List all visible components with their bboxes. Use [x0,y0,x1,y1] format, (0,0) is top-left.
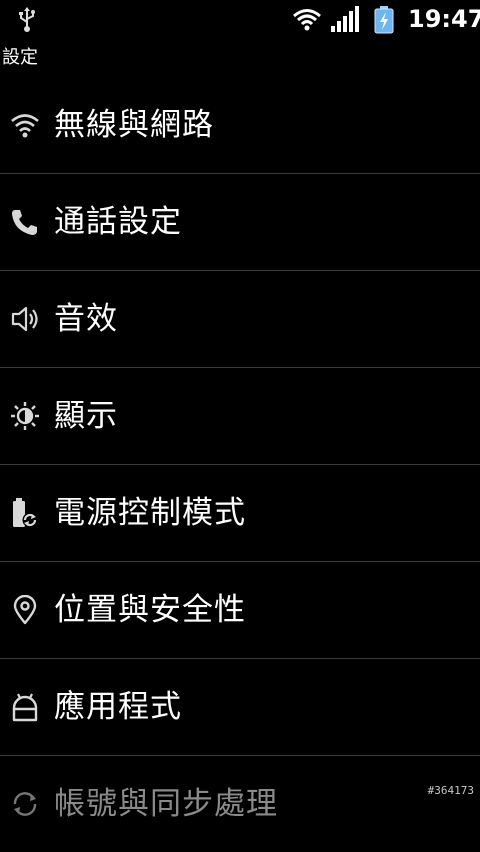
phone-icon [10,207,40,237]
battery-recycle-icon [10,498,40,528]
android-icon [10,692,40,722]
status-clock: 19:47 [408,5,480,33]
settings-item-display[interactable]: 顯示 [0,368,480,465]
wifi-icon [10,110,40,140]
speaker-icon [10,304,40,334]
brightness-icon [10,401,40,431]
settings-item-accounts-sync[interactable]: 帳號與同步處理 [0,756,480,852]
settings-item-location-security[interactable]: 位置與安全性 [0,562,480,659]
signal-icon [330,6,360,32]
settings-list: 無線與網路 通話設定 音效 顯示 電源控制模式 位置與安全性 應用程式 帳號與同… [0,77,480,852]
settings-item-power-control[interactable]: 電源控制模式 [0,465,480,562]
wifi-status-icon [292,8,322,32]
usb-icon [16,7,38,33]
page-title: 設定 [2,47,38,68]
location-pin-icon [10,595,40,625]
settings-item-label: 應用程式 [54,689,182,725]
settings-item-label: 通話設定 [54,204,182,240]
settings-item-label: 帳號與同步處理 [54,786,278,822]
status-bar: 19:47 [0,0,480,38]
settings-item-label: 音效 [54,301,118,337]
settings-item-label: 電源控制模式 [54,495,246,531]
sync-icon [10,789,40,819]
settings-item-call-settings[interactable]: 通話設定 [0,174,480,271]
watermark-id: #364173 [427,784,474,797]
settings-item-label: 位置與安全性 [54,592,246,628]
settings-item-applications[interactable]: 應用程式 [0,659,480,756]
settings-item-wireless-network[interactable]: 無線與網路 [0,77,480,174]
settings-item-label: 顯示 [54,398,118,434]
settings-item-sound[interactable]: 音效 [0,271,480,368]
settings-item-label: 無線與網路 [54,107,214,143]
battery-charging-icon [373,6,395,34]
